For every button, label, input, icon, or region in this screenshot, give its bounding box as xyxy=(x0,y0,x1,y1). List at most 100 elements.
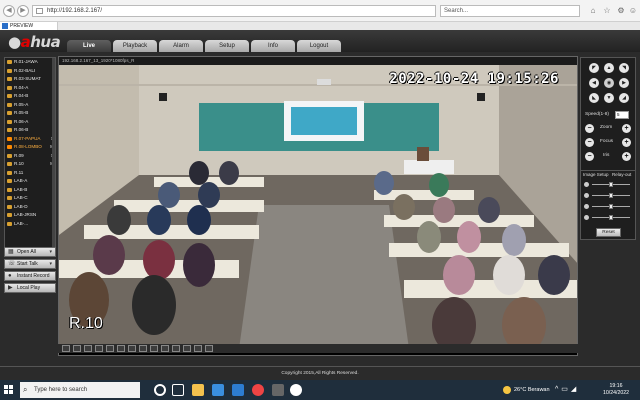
channel-item[interactable]: R.07-PAPUAS xyxy=(5,135,55,144)
ptz-center-icon[interactable]: ◉ xyxy=(604,78,614,88)
ptz-up-icon[interactable]: ▲ xyxy=(604,63,614,73)
cortana-icon[interactable] xyxy=(154,384,166,396)
tab-logout[interactable]: Logout xyxy=(297,40,341,52)
zoom-out-button[interactable]: − xyxy=(585,124,594,133)
ptz-up-left-icon[interactable]: ◤ xyxy=(589,63,599,73)
channel-item[interactable]: R.11 xyxy=(5,169,55,178)
smiley-icon[interactable]: ☺ xyxy=(628,6,638,16)
start-talk-button[interactable]: ☏ Start Talk ▾ xyxy=(4,259,56,269)
taskbar-clock[interactable]: 19:16 10/24/2022 xyxy=(596,382,636,398)
sixteen-window-icon[interactable] xyxy=(95,345,103,352)
wide-icon[interactable] xyxy=(139,345,147,352)
channel-item[interactable]: R.02-BALI xyxy=(5,67,55,76)
slider-knob[interactable] xyxy=(609,182,613,187)
ratio-icon[interactable] xyxy=(117,345,125,352)
tab-setup[interactable]: Setup xyxy=(205,40,249,52)
task-view-icon[interactable] xyxy=(172,384,184,396)
ptz-down-icon[interactable]: ▼ xyxy=(604,93,614,103)
iris-close-button[interactable]: − xyxy=(585,152,594,161)
chevron-down-icon[interactable]: ▾ xyxy=(49,248,52,256)
channel-item[interactable]: LAB-C xyxy=(5,194,55,203)
four-window-icon[interactable] xyxy=(73,345,81,352)
close-all-icon[interactable] xyxy=(205,345,213,352)
zoom-icon[interactable] xyxy=(183,345,191,352)
channel-item[interactable]: R.03-SUMAT xyxy=(5,75,55,84)
channel-list-scrollbar[interactable] xyxy=(52,58,55,256)
saturation-slider[interactable] xyxy=(583,214,635,221)
one-window-icon[interactable] xyxy=(62,345,70,352)
channel-item[interactable]: LAB-B xyxy=(5,186,55,195)
channel-item[interactable]: R.05-A xyxy=(5,101,55,110)
speed-select[interactable]: 5 xyxy=(615,111,629,119)
focus-out-button[interactable]: − xyxy=(585,138,594,147)
channel-item[interactable]: R.06-A xyxy=(5,118,55,127)
address-bar[interactable]: http://192.168.2.167/ xyxy=(32,5,436,17)
back-icon[interactable]: ◀ xyxy=(3,5,15,17)
tab-image-setup[interactable]: Image Setup xyxy=(583,172,609,177)
iris-open-button[interactable]: + xyxy=(622,152,631,161)
chrome-icon[interactable] xyxy=(252,384,264,396)
ptz-left-icon[interactable]: ◀ xyxy=(589,78,599,88)
network-icon[interactable]: ▭ xyxy=(561,386,571,393)
channel-item[interactable]: R.04-B xyxy=(5,92,55,101)
nine-window-icon[interactable] xyxy=(84,345,92,352)
browser-search-input[interactable]: Search... xyxy=(440,5,580,17)
channel-item[interactable]: LAB-JRSN xyxy=(5,211,55,220)
ptz-right-icon[interactable]: ▶ xyxy=(619,78,629,88)
weather-widget[interactable]: 26°C Berawan xyxy=(503,382,550,398)
file-explorer-icon[interactable] xyxy=(192,384,204,396)
forward-icon[interactable]: ▶ xyxy=(17,5,29,17)
tab-live[interactable]: Live xyxy=(67,40,111,52)
ptz-up-right-icon[interactable]: ◥ xyxy=(619,63,629,73)
tab-playback[interactable]: Playback xyxy=(113,40,157,52)
channel-item[interactable]: R.08-LOMBOM xyxy=(5,143,55,152)
video-panel[interactable]: 192.168.2.167_13_1920*1080fps_R 2022-10-… xyxy=(58,56,578,356)
channel-item[interactable]: R.01-JAWA xyxy=(5,58,55,67)
adjust-icon[interactable] xyxy=(194,345,202,352)
hue-slider[interactable] xyxy=(583,203,635,210)
snapshot-icon[interactable] xyxy=(150,345,158,352)
channel-item[interactable]: R.05-B xyxy=(5,109,55,118)
edge-icon[interactable] xyxy=(232,384,244,396)
focus-in-button[interactable]: + xyxy=(622,138,631,147)
fluency-icon[interactable] xyxy=(128,345,136,352)
local-play-button[interactable]: ▶ Local Play xyxy=(4,283,56,293)
zoom-in-button[interactable]: + xyxy=(622,124,631,133)
channel-item[interactable]: R.09S xyxy=(5,152,55,161)
fullscreen-icon[interactable] xyxy=(106,345,114,352)
channel-item[interactable]: LAB-A xyxy=(5,177,55,186)
tab-relay-out[interactable]: Relay-out xyxy=(612,172,631,177)
app-icon[interactable] xyxy=(272,384,284,396)
slider-knob[interactable] xyxy=(609,215,613,220)
contrast-slider[interactable] xyxy=(583,192,635,199)
audio-icon[interactable] xyxy=(172,345,180,352)
home-icon[interactable]: ⌂ xyxy=(588,6,598,16)
channel-item[interactable]: R.06-B xyxy=(5,126,55,135)
ptz-down-right-icon[interactable]: ◢ xyxy=(619,93,629,103)
chevron-down-icon[interactable]: ▾ xyxy=(49,260,52,268)
channel-item[interactable]: R.04-A xyxy=(5,84,55,93)
taskbar-search-input[interactable]: ⌕ Type here to search xyxy=(20,382,140,398)
record-icon[interactable] xyxy=(161,345,169,352)
open-all-button[interactable]: ▦ Open All ▾ xyxy=(4,247,56,257)
ptz-down-left-icon[interactable]: ◣ xyxy=(589,93,599,103)
tab-alarm[interactable]: Alarm xyxy=(159,40,203,52)
start-button[interactable] xyxy=(4,385,14,395)
tab-info[interactable]: Info xyxy=(251,40,295,52)
volume-icon[interactable]: ◢ xyxy=(571,386,579,393)
brightness-slider[interactable] xyxy=(583,181,635,188)
star-icon[interactable]: ☆ xyxy=(602,6,612,16)
instant-record-button[interactable]: ● Instant Record xyxy=(4,271,56,281)
internet-explorer-icon[interactable] xyxy=(290,384,302,396)
mail-icon[interactable] xyxy=(212,384,224,396)
slider-knob[interactable] xyxy=(609,193,613,198)
gear-icon[interactable]: ⚙ xyxy=(616,6,626,16)
channel-item[interactable]: LAB-... xyxy=(5,220,55,229)
browser-tab-preview[interactable]: PREVIEW xyxy=(0,22,58,30)
channel-item[interactable]: R.10M xyxy=(5,160,55,169)
channel-item[interactable]: LAB-D xyxy=(5,203,55,212)
system-tray[interactable]: ^▭◢ xyxy=(555,385,579,393)
slider-knob[interactable] xyxy=(609,204,613,209)
brightness-icon xyxy=(584,182,589,187)
reset-button[interactable]: Reset xyxy=(596,228,621,237)
